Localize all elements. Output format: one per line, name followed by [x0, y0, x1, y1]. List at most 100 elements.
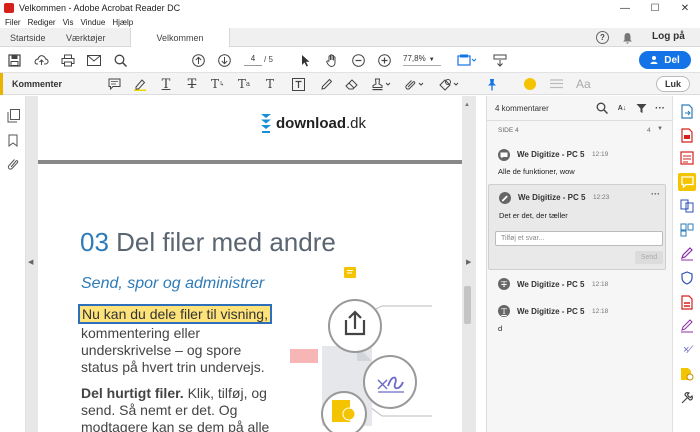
close-comment-tool-button[interactable]: Luk — [656, 76, 690, 92]
more-options-icon[interactable]: ··· — [653, 101, 667, 115]
comment-text: Det er det, der tæller — [499, 211, 568, 220]
chevron-down-icon[interactable]: ▼ — [657, 126, 663, 132]
certificate-sign-icon[interactable]: ×⁄ — [678, 341, 696, 359]
zoom-out-icon[interactable] — [350, 52, 366, 68]
text-box-icon[interactable] — [290, 76, 306, 92]
zoom-level-dropdown[interactable]: 77,8% ▼ — [403, 54, 441, 66]
sign-in-link[interactable]: Log på — [652, 31, 685, 42]
eraser-icon[interactable] — [344, 76, 360, 92]
tab-document[interactable]: Velkommen — [130, 28, 230, 47]
comment-item[interactable]: T We Digitize - PC 5 12:18 d — [487, 302, 673, 342]
comment-item-selected[interactable]: We Digitize - PC 5 12:23 ··· Det er det,… — [488, 184, 666, 270]
organize-pages-icon[interactable] — [678, 221, 696, 239]
page-number-input[interactable]: 4 — [244, 54, 262, 66]
font-size-icon[interactable]: Aa — [576, 77, 591, 91]
active-tool-indicator — [0, 73, 3, 95]
zoom-in-icon[interactable] — [376, 52, 392, 68]
comment-item[interactable]: T We Digitize - PC 5 12:18 — [487, 274, 673, 304]
highlight-icon[interactable] — [132, 76, 148, 92]
combine-files-icon[interactable] — [678, 197, 696, 215]
highlighted-text-annotation[interactable]: Nu kan du dele filer til visning, — [78, 304, 272, 324]
tab-tools[interactable]: Værktøjer — [66, 28, 106, 47]
notification-bell-icon[interactable] — [620, 30, 634, 45]
redact-pdf-icon[interactable] — [678, 293, 696, 311]
email-icon[interactable] — [86, 52, 102, 68]
fit-page-icon[interactable] — [456, 52, 478, 68]
comment-toolbar-title: Kommenter — [12, 79, 63, 89]
menu-window[interactable]: Vindue — [81, 18, 106, 27]
minimize-button[interactable]: — — [610, 0, 640, 16]
body-line: modtagere kan se dem på alle — [81, 419, 270, 432]
more-tools-icon[interactable] — [678, 389, 696, 407]
menu-view[interactable]: Vis — [63, 18, 74, 27]
comment-marker-icon[interactable] — [344, 267, 356, 278]
search-icon[interactable] — [112, 52, 128, 68]
comment-text: d — [498, 324, 503, 333]
line-thickness-icon[interactable] — [548, 76, 564, 92]
save-icon[interactable] — [6, 52, 22, 68]
pin-icon[interactable] — [484, 76, 500, 92]
comment-author: We Digitize - PC 5 — [517, 150, 585, 159]
hand-tool-icon[interactable] — [324, 52, 340, 68]
print-icon[interactable] — [60, 52, 76, 68]
collapse-left-arrow-icon[interactable]: ◀ — [28, 258, 33, 266]
filter-icon[interactable] — [634, 101, 648, 115]
body-line: Klik, tilføj, og — [183, 385, 267, 401]
menu-edit[interactable]: Rediger — [28, 18, 56, 27]
sticky-note-icon[interactable] — [106, 76, 122, 92]
comment-tool-icon[interactable] — [678, 173, 696, 191]
maximize-button[interactable]: ☐ — [640, 0, 670, 16]
read-mode-icon[interactable] — [492, 52, 508, 68]
protect-shield-icon[interactable] — [678, 269, 696, 287]
tab-home[interactable]: Startside — [10, 28, 46, 47]
acrobat-app-icon — [4, 3, 14, 13]
upload-cloud-icon[interactable] — [32, 52, 50, 68]
body-line: send. Så nemt er det. Og — [81, 402, 238, 418]
underline-text-icon[interactable]: T — [158, 76, 174, 92]
select-cursor-icon[interactable] — [298, 52, 314, 68]
page-up-icon[interactable] — [190, 52, 206, 68]
share-button[interactable]: Del — [639, 51, 691, 69]
panel-divider — [487, 120, 673, 121]
vertical-scrollbar-thumb[interactable] — [464, 286, 471, 324]
menu-help[interactable]: Hjælp — [112, 18, 133, 27]
scroll-up-arrow-icon[interactable]: ▲ — [464, 102, 470, 108]
comment-options-icon[interactable]: ··· — [651, 189, 660, 199]
shapes-icon[interactable] — [438, 76, 460, 92]
pencil-icon[interactable] — [318, 76, 334, 92]
send-track-icon[interactable] — [678, 365, 696, 383]
sort-icon[interactable]: A↓ — [615, 101, 629, 115]
comment-text: Alle de funktioner, wow — [498, 167, 575, 176]
attachments-icon[interactable] — [5, 156, 21, 172]
help-icon[interactable]: ? — [596, 31, 609, 44]
strikethrough-text-icon[interactable]: T — [184, 76, 200, 92]
title-bar: Velkommen - Adobe Acrobat Reader DC — ☐ … — [0, 0, 700, 16]
sticky-note-type-icon — [498, 149, 510, 161]
zoom-level-value: 77,8% — [403, 54, 426, 63]
reply-input[interactable]: Tilføj et svar... — [495, 231, 663, 246]
add-text-icon[interactable]: T — [262, 76, 278, 92]
close-window-button[interactable]: ✕ — [670, 0, 700, 16]
create-pdf-icon[interactable] — [678, 126, 696, 144]
comment-item[interactable]: We Digitize - PC 5 12:19 Alle de funktio… — [487, 140, 673, 180]
tab-bar: Startside Værktøjer Velkommen ? Log på — [0, 28, 700, 47]
bookmark-icon[interactable] — [5, 132, 21, 148]
replace-text-icon[interactable]: T ↳ — [210, 76, 226, 92]
export-pdf-icon[interactable] — [678, 102, 696, 120]
page-thumbnails-icon[interactable] — [5, 108, 21, 124]
stamp-icon[interactable] — [370, 76, 392, 92]
comment-time: 12:23 — [593, 194, 610, 201]
collapse-right-arrow-icon[interactable]: ▶ — [466, 258, 471, 266]
send-for-signature-icon[interactable] — [678, 317, 696, 335]
send-reply-button[interactable]: Send — [635, 251, 663, 264]
edit-pdf-icon[interactable] — [678, 149, 696, 167]
page-down-icon[interactable] — [216, 52, 232, 68]
comment-time: 12:18 — [592, 308, 609, 315]
strikethrough-type-icon: T — [498, 278, 510, 290]
menu-file[interactable]: Filer — [5, 18, 21, 27]
fill-sign-icon[interactable] — [678, 245, 696, 263]
color-picker-swatch[interactable] — [524, 78, 536, 90]
insert-text-icon[interactable]: Ta — [236, 76, 252, 92]
attach-file-icon[interactable] — [403, 76, 425, 92]
comment-search-icon[interactable] — [595, 101, 609, 115]
